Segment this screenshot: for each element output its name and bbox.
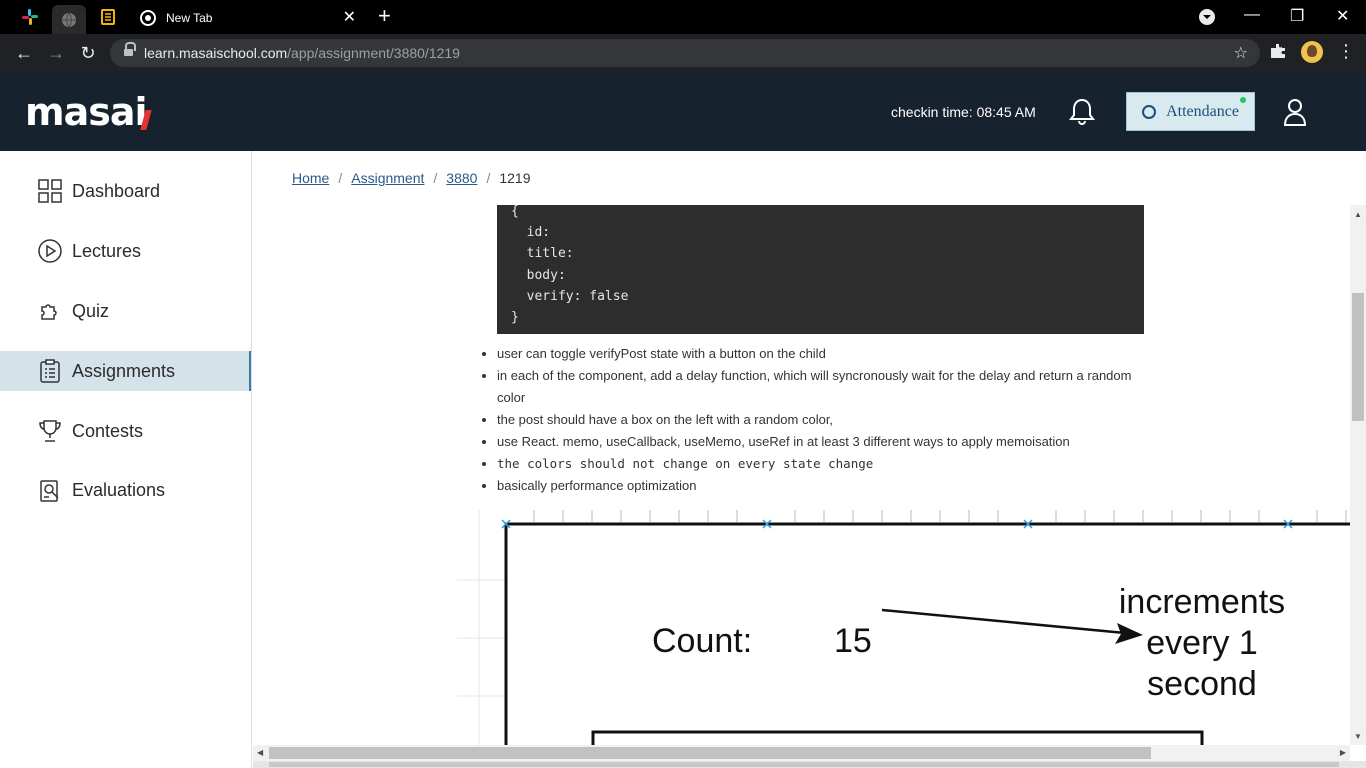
sidebar-item-lectures[interactable]: Lectures (0, 231, 251, 271)
bookmark-star-icon[interactable]: ☆ (1234, 43, 1248, 63)
clipboard-icon (38, 359, 62, 383)
chrome-icon (140, 10, 156, 26)
masai-logo[interactable]: masai (25, 90, 152, 134)
count-label: Count: (652, 622, 753, 660)
sidebar-item-label: Assignments (72, 360, 176, 381)
forward-button[interactable]: → (44, 41, 68, 65)
tab-search-button[interactable] (1198, 8, 1216, 31)
clock-icon (1142, 104, 1157, 119)
trophy-icon (38, 419, 62, 443)
sidebar-item-label: Evaluations (72, 479, 166, 500)
sidebar-item-contests[interactable]: Contests (0, 411, 251, 451)
scrollbar-thumb[interactable] (269, 747, 1151, 759)
browser-menu-icon[interactable]: ⋮ (1337, 41, 1355, 62)
address-bar[interactable]: learn.masaischool.com/app/assignment/388… (110, 39, 1260, 67)
browser-tab-bar: New Tab ✕ + — ❐ ✕ (0, 0, 1366, 34)
sidebar: Dashboard Lectures Quiz Assignments Cont… (0, 151, 252, 768)
breadcrumb-assignment-link[interactable]: Assignment (351, 170, 424, 186)
increment-note-line: increments (1118, 583, 1286, 621)
list-item: use React. memo, useCallback, useMemo, u… (497, 431, 1147, 453)
increment-note: increments every 1 second (1097, 582, 1307, 705)
requirements-list: user can toggle verifyPost state with a … (497, 343, 1147, 497)
horizontal-scrollbar[interactable]: ◀ ▶ (253, 745, 1350, 761)
sidebar-item-label: Dashboard (72, 180, 161, 201)
profile-avatar[interactable] (1301, 41, 1323, 63)
increment-note-line: second (1147, 665, 1257, 703)
slack-tab-icon[interactable] (13, 5, 47, 29)
code-block: { id: title: body: verify: false} (497, 205, 1144, 334)
breadcrumb-separator: / (433, 170, 438, 186)
tab-title: New Tab (166, 11, 213, 25)
list-item: user can toggle verifyPost state with a … (497, 343, 1147, 365)
online-status-dot (1240, 97, 1246, 103)
breadcrumb-separator: / (486, 170, 491, 186)
docs-tab-icon[interactable] (91, 5, 125, 29)
code-line: title: (511, 246, 574, 262)
sidebar-item-assignments[interactable]: Assignments (0, 351, 251, 391)
breadcrumb: Home / Assignment / 3880 / 1219 (292, 170, 531, 186)
sidebar-item-label: Quiz (72, 300, 110, 321)
diagram-image: Count: 15 increments every 1 second (457, 510, 1350, 745)
sidebar-item-evaluations[interactable]: Evaluations (0, 470, 251, 510)
app-header: masai checkin time: 08:45 AM Attendance (0, 72, 1366, 151)
globe-tab-icon[interactable] (52, 5, 86, 34)
sidebar-item-label: Contests (72, 420, 144, 441)
sidebar-item-dashboard[interactable]: Dashboard (0, 171, 251, 211)
code-line: } (511, 310, 519, 326)
code-line: { (511, 205, 519, 219)
scroll-left-arrow-icon[interactable]: ◀ (257, 748, 263, 757)
notification-bell-icon[interactable] (1069, 98, 1095, 126)
checkin-time: checkin time: 08:45 AM (891, 104, 1036, 120)
browser-toolbar: ← → ↻ learn.masaischool.com/app/assignme… (0, 34, 1366, 72)
puzzle-icon (38, 299, 62, 323)
scrollbar-thumb[interactable] (269, 762, 1339, 767)
code-line: id: (511, 225, 551, 241)
minimize-button[interactable]: — (1244, 6, 1260, 24)
sidebar-item-quiz[interactable]: Quiz (0, 291, 251, 331)
reload-button[interactable]: ↻ (76, 41, 100, 65)
attendance-label: Attendance (1166, 102, 1239, 120)
new-tab-button[interactable]: + (378, 5, 391, 27)
list-item: basically performance optimization (497, 475, 1147, 497)
list-item: the post should have a box on the left w… (497, 409, 1147, 431)
scroll-right-arrow-icon[interactable]: ▶ (1340, 748, 1346, 757)
count-value: 15 (834, 622, 872, 660)
url-path: /app/assignment/3880/1219 (287, 45, 460, 61)
code-line: verify: false (511, 288, 629, 304)
lock-icon[interactable] (124, 42, 136, 58)
tab-new-tab[interactable]: New Tab ✕ (128, 2, 366, 34)
assignment-content: { id: title: body: verify: false} user c… (253, 205, 1350, 745)
scroll-down-arrow-icon[interactable]: ▼ (1354, 732, 1362, 741)
breadcrumb-current: 1219 (499, 170, 531, 186)
restore-button[interactable]: ❐ (1290, 6, 1304, 26)
page-horizontal-scrollbar[interactable] (253, 761, 1366, 768)
sidebar-item-label: Lectures (72, 240, 142, 261)
list-item: in each of the component, add a delay fu… (497, 365, 1147, 409)
scrollbar-thumb[interactable] (1352, 293, 1364, 421)
grid-icon (38, 179, 62, 203)
breadcrumb-id-link[interactable]: 3880 (446, 170, 477, 186)
evaluation-icon (38, 478, 62, 502)
list-item: the colors should not change on every st… (497, 453, 1147, 475)
user-profile-icon[interactable] (1283, 98, 1307, 126)
back-button[interactable]: ← (12, 41, 36, 65)
extensions-icon[interactable] (1270, 43, 1288, 61)
breadcrumb-separator: / (338, 170, 343, 186)
scroll-up-arrow-icon[interactable]: ▲ (1354, 210, 1362, 219)
attendance-button[interactable]: Attendance (1126, 92, 1255, 131)
url-host: learn.masaischool.com (144, 45, 288, 61)
close-window-button[interactable]: ✕ (1336, 6, 1349, 26)
code-line: body: (511, 267, 566, 283)
vertical-scrollbar[interactable]: ▲ ▼ (1350, 205, 1366, 745)
close-tab-icon[interactable]: ✕ (343, 10, 356, 26)
increment-note-line: every 1 (1146, 624, 1258, 662)
play-circle-icon (38, 239, 62, 263)
breadcrumb-home-link[interactable]: Home (292, 170, 329, 186)
